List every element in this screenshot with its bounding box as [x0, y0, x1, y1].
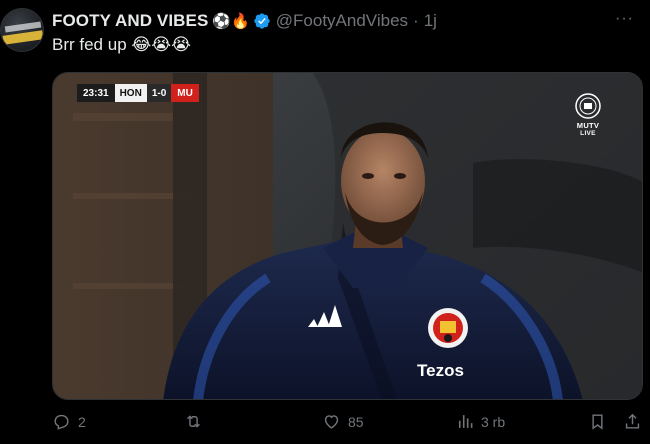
- match-score: 1-0: [146, 84, 172, 102]
- name-emojis: ⚽🔥: [212, 12, 250, 30]
- action-bar: 2 85 3 rb: [52, 412, 644, 436]
- handle[interactable]: @FootyAndVibes: [276, 11, 408, 31]
- video-player[interactable]: Tezos 23:31 HON 1-0 MU MUTV LIVE: [52, 72, 643, 400]
- scoreboard: 23:31 HON 1-0 MU: [77, 84, 199, 102]
- tweet-header: FOOTY AND VIBES ⚽🔥 @FootyAndVibes · 1j: [52, 9, 437, 33]
- verified-badge-icon[interactable]: [253, 12, 271, 30]
- sponsor-text: Tezos: [417, 361, 464, 380]
- mutv-brand: MUTV: [576, 121, 600, 130]
- separator-dot: ·: [413, 11, 419, 30]
- avatar-banner: [2, 30, 43, 45]
- mutv-live: LIVE: [580, 130, 596, 137]
- views-count: 3 rb: [481, 413, 506, 430]
- away-team: MU: [171, 84, 199, 102]
- like-button[interactable]: 85: [322, 412, 364, 431]
- video-frame: Tezos: [53, 73, 642, 399]
- like-count: 85: [348, 413, 364, 430]
- club-crest-icon: [575, 93, 601, 119]
- views-icon: [458, 415, 473, 428]
- reply-icon: [54, 414, 69, 430]
- mutv-watermark: MUTV LIVE: [570, 93, 606, 137]
- repost-icon: [187, 415, 200, 428]
- home-team: HON: [114, 84, 147, 102]
- bookmark-button[interactable]: [588, 412, 607, 431]
- bookmark-icon: [592, 414, 603, 430]
- timestamp[interactable]: 1j: [424, 11, 437, 31]
- repost-button[interactable]: [184, 412, 210, 431]
- more-icon[interactable]: ···: [615, 10, 634, 28]
- share-icon: [625, 413, 640, 429]
- display-name[interactable]: FOOTY AND VIBES: [52, 11, 208, 31]
- share-button[interactable]: [623, 412, 642, 431]
- avatar[interactable]: [0, 8, 44, 52]
- match-clock: 23:31: [77, 84, 115, 102]
- reply-count: 2: [78, 413, 86, 430]
- reply-button[interactable]: 2: [52, 412, 86, 431]
- tweet-text: Brr fed up 😂😭😭: [52, 35, 191, 54]
- views-button[interactable]: 3 rb: [455, 412, 505, 431]
- like-icon: [324, 415, 339, 429]
